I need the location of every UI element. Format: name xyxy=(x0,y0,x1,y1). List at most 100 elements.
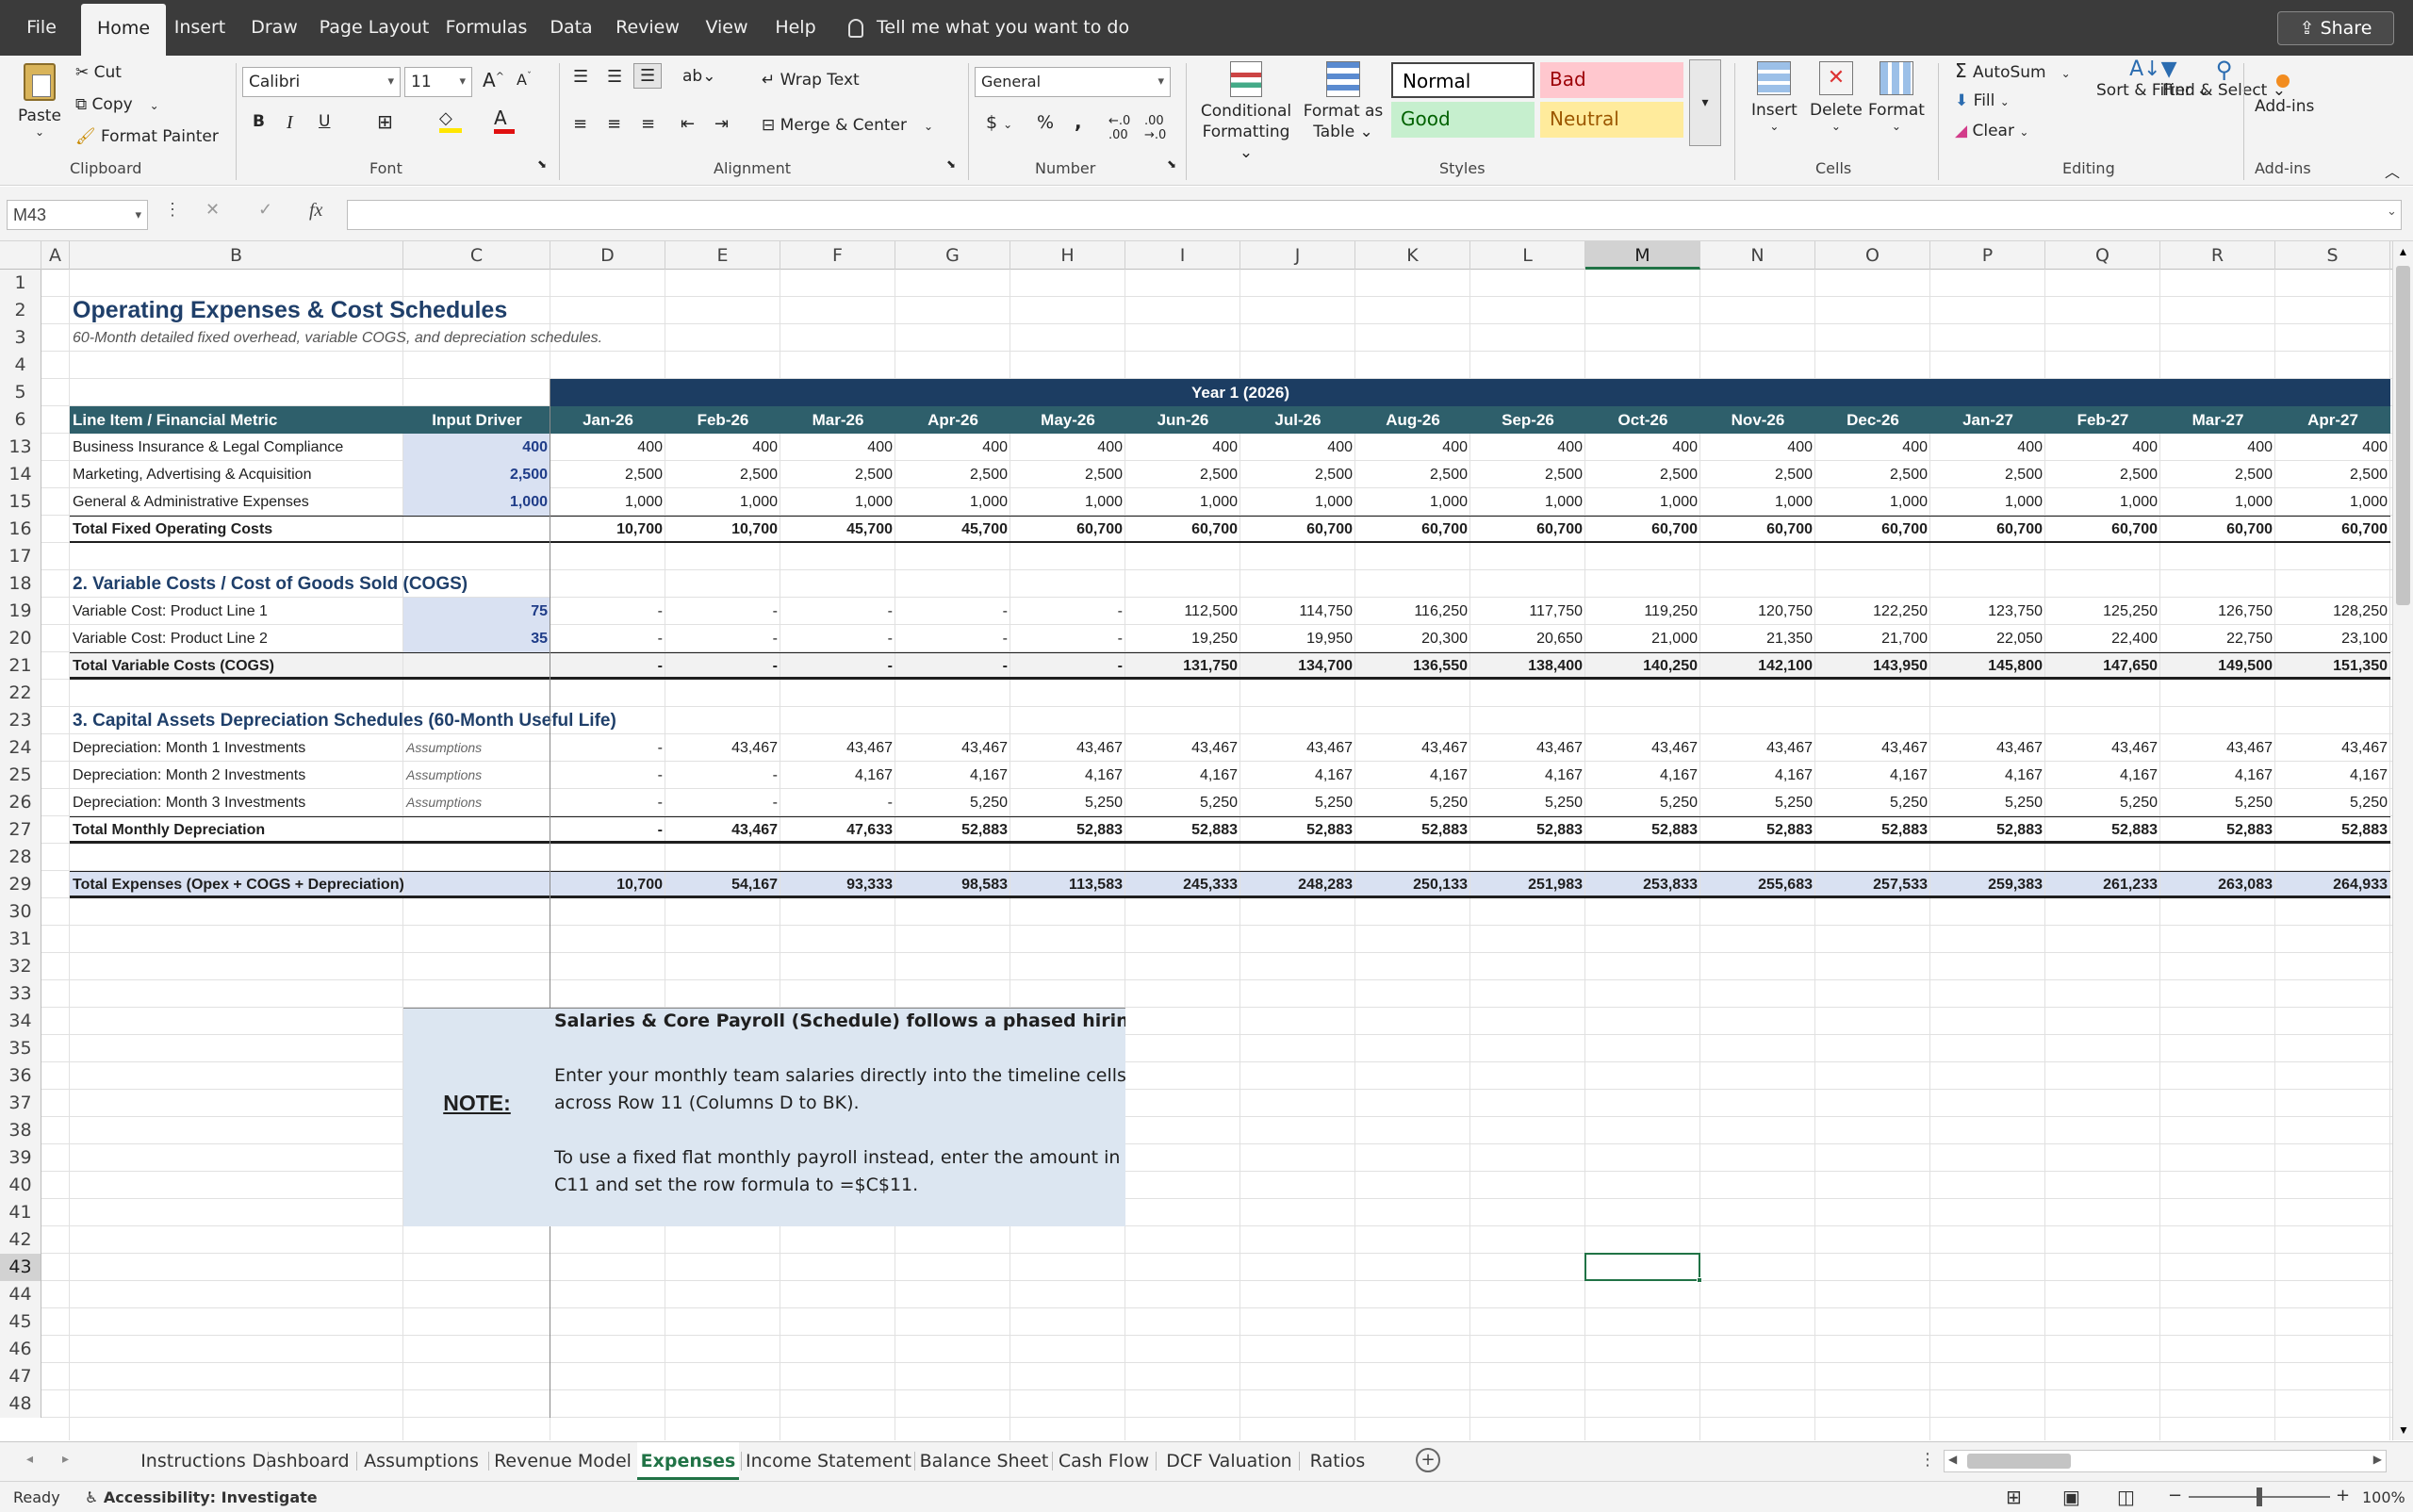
value-cell[interactable]: 145,800 xyxy=(1930,652,2045,680)
zoom-in-button[interactable]: + xyxy=(2336,1486,2350,1505)
value-cell[interactable]: - xyxy=(550,625,665,652)
align-bottom-icon[interactable]: ☰ xyxy=(633,63,663,89)
value-cell[interactable]: 4,167 xyxy=(1010,762,1125,789)
value-cell[interactable]: 2,500 xyxy=(1700,461,1815,488)
value-cell[interactable]: 134,700 xyxy=(1240,652,1355,680)
value-cell[interactable]: 119,250 xyxy=(1585,598,1700,625)
font-color-icon[interactable]: A xyxy=(494,107,515,134)
input-driver-cell[interactable]: 1,000 xyxy=(403,488,550,516)
merge-center-button[interactable]: ⊟ Merge & Center ⌄ xyxy=(762,116,933,135)
wrap-text-button[interactable]: ↵ Wrap Text xyxy=(762,71,860,90)
column-header-C[interactable]: C xyxy=(403,241,550,270)
spreadsheet-grid[interactable]: ABCDEFGHIJKLMNOPQRS 1 2 3 4 5 6 13 14 15 16 17 18 19… xyxy=(0,241,2392,1440)
formula-input[interactable] xyxy=(347,200,2402,230)
row-label[interactable]: Depreciation: Month 1 Investments xyxy=(70,734,403,762)
next-sheet-arrow[interactable]: ▸ xyxy=(62,1452,69,1467)
column-header-Q[interactable]: Q xyxy=(2045,241,2160,270)
value-cell[interactable]: 5,250 xyxy=(1010,789,1125,816)
value-cell[interactable]: 52,883 xyxy=(1240,816,1355,844)
input-driver-cell[interactable]: 2,500 xyxy=(403,461,550,488)
value-cell[interactable]: 60,700 xyxy=(1930,516,2045,543)
value-cell[interactable]: 4,167 xyxy=(895,762,1010,789)
row-header-47[interactable]: 47 xyxy=(0,1363,41,1390)
row-header-13[interactable]: 13 xyxy=(0,434,41,461)
row-header-15[interactable]: 15 xyxy=(0,488,41,516)
value-cell[interactable]: 140,250 xyxy=(1585,652,1700,680)
value-cell[interactable]: 43,467 xyxy=(2275,734,2390,762)
value-cell[interactable]: - xyxy=(895,652,1010,680)
note-line-2[interactable]: Enter your monthly team salaries directl… xyxy=(550,1062,1125,1090)
value-cell[interactable]: - xyxy=(780,625,895,652)
value-cell[interactable]: 4,167 xyxy=(1240,762,1355,789)
font-name-select[interactable]: Calibri xyxy=(242,67,401,97)
value-cell[interactable]: - xyxy=(550,789,665,816)
value-cell[interactable]: 10,700 xyxy=(665,516,780,543)
collapse-ribbon-icon[interactable]: ︿ xyxy=(2385,159,2400,182)
header-month[interactable]: Apr-27 xyxy=(2275,406,2390,434)
value-cell[interactable]: 1,000 xyxy=(2160,488,2275,516)
value-cell[interactable]: - xyxy=(665,652,780,680)
value-cell[interactable]: 116,250 xyxy=(1355,598,1470,625)
value-cell[interactable]: 125,250 xyxy=(2045,598,2160,625)
value-cell[interactable]: 5,250 xyxy=(1585,789,1700,816)
format-painter-button[interactable]: 🖌 Format Painter xyxy=(75,127,219,146)
column-header-J[interactable]: J xyxy=(1240,241,1355,270)
menu-tab-home[interactable]: Home xyxy=(81,4,166,56)
row-label[interactable]: Variable Cost: Product Line 2 xyxy=(70,625,403,652)
row-header-1[interactable]: 1 xyxy=(0,270,41,297)
font-dialog-launcher-icon[interactable]: ⬊ xyxy=(537,157,547,171)
zoom-out-button[interactable]: − xyxy=(2168,1486,2182,1505)
fill-button[interactable]: ⬇ Fill ⌄ xyxy=(1955,91,2010,110)
row-header-41[interactable]: 41 xyxy=(0,1199,41,1226)
value-cell[interactable]: 400 xyxy=(550,434,665,461)
row-label[interactable]: Total Fixed Operating Costs xyxy=(70,516,403,543)
value-cell[interactable]: - xyxy=(665,789,780,816)
value-cell[interactable]: - xyxy=(550,652,665,680)
menu-tab-help[interactable]: Help xyxy=(767,0,824,56)
value-cell[interactable]: 1,000 xyxy=(780,488,895,516)
value-cell[interactable]: - xyxy=(550,734,665,762)
value-cell[interactable]: 20,300 xyxy=(1355,625,1470,652)
value-cell[interactable]: 4,167 xyxy=(1355,762,1470,789)
value-cell[interactable]: 138,400 xyxy=(1470,652,1585,680)
value-cell[interactable]: 43,467 xyxy=(665,734,780,762)
value-cell[interactable]: 52,883 xyxy=(1585,816,1700,844)
value-cell[interactable]: 47,633 xyxy=(780,816,895,844)
value-cell[interactable]: 22,400 xyxy=(2045,625,2160,652)
row-header-46[interactable]: 46 xyxy=(0,1336,41,1363)
row-header-35[interactable]: 35 xyxy=(0,1035,41,1062)
value-cell[interactable]: 4,167 xyxy=(1815,762,1930,789)
value-cell[interactable]: 253,833 xyxy=(1585,871,1700,898)
align-top-icon[interactable]: ☰ xyxy=(573,67,588,87)
value-cell[interactable]: 60,700 xyxy=(1470,516,1585,543)
menu-tab-review[interactable]: Review xyxy=(613,0,682,56)
column-header-F[interactable]: F xyxy=(780,241,895,270)
comma-style-icon[interactable]: , xyxy=(1075,110,1082,133)
value-cell[interactable]: 1,000 xyxy=(1355,488,1470,516)
header-month[interactable]: Feb-26 xyxy=(665,406,780,434)
row-header-38[interactable]: 38 xyxy=(0,1117,41,1144)
value-cell[interactable]: 43,467 xyxy=(1355,734,1470,762)
scroll-thumb[interactable] xyxy=(2396,266,2410,605)
value-cell[interactable]: 263,083 xyxy=(2160,871,2275,898)
value-cell[interactable]: 5,250 xyxy=(1240,789,1355,816)
align-left-icon[interactable]: ≡ xyxy=(573,114,587,134)
value-cell[interactable]: 2,500 xyxy=(2045,461,2160,488)
delete-cells-button[interactable]: ✕ Delete ⌄ xyxy=(1810,61,1863,133)
value-cell[interactable]: 4,167 xyxy=(1930,762,2045,789)
row-header-29[interactable]: 29 xyxy=(0,871,41,898)
section-title-variable[interactable]: 2. Variable Costs / Cost of Goods Sold (… xyxy=(70,570,665,598)
value-cell[interactable]: 45,700 xyxy=(780,516,895,543)
value-cell[interactable]: 52,883 xyxy=(1700,816,1815,844)
value-cell[interactable]: 22,750 xyxy=(2160,625,2275,652)
value-cell[interactable]: 400 xyxy=(2275,434,2390,461)
borders-icon[interactable]: ⊞ xyxy=(377,110,393,133)
sheet-title[interactable]: Operating Expenses & Cost Schedules xyxy=(70,297,895,324)
header-month[interactable]: Jan-27 xyxy=(1930,406,2045,434)
value-cell[interactable]: 2,500 xyxy=(550,461,665,488)
horizontal-scrollbar[interactable]: ◀ ▶ xyxy=(1944,1450,2387,1472)
value-cell[interactable]: 43,467 xyxy=(780,734,895,762)
value-cell[interactable]: 98,583 xyxy=(895,871,1010,898)
decrease-decimal-icon[interactable]: .00 →.0 xyxy=(1144,114,1166,142)
value-cell[interactable]: 10,700 xyxy=(550,516,665,543)
